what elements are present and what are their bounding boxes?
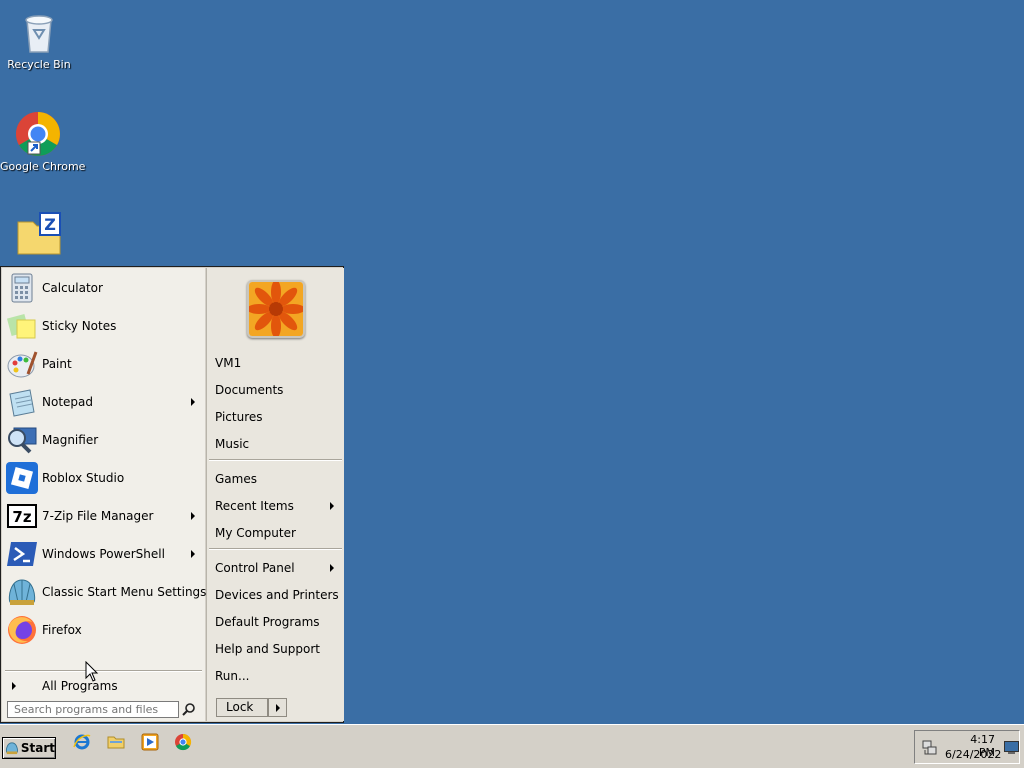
chrome-icon <box>16 112 60 156</box>
svg-text:Z: Z <box>44 215 56 234</box>
desktop-icon-label: Recycle Bin <box>7 58 71 71</box>
shutdown-options-button[interactable] <box>268 698 287 717</box>
internet-explorer-icon[interactable] <box>73 733 91 751</box>
program-label: Calculator <box>42 281 103 295</box>
place-label: Help and Support <box>215 642 320 656</box>
submenu-arrow-icon <box>191 512 195 520</box>
place-default-programs[interactable]: Default Programs <box>215 612 340 632</box>
place-label: Games <box>215 472 257 486</box>
program-label: Notepad <box>42 395 93 409</box>
clock-date[interactable]: 6/24/2022 <box>945 748 1001 761</box>
7zip-folder-icon: Z <box>17 212 61 255</box>
program-label: Roblox Studio <box>42 471 125 485</box>
network-icon[interactable] <box>922 740 938 756</box>
program-paint[interactable]: Paint <box>2 346 205 382</box>
place-run[interactable]: Run... <box>215 666 340 686</box>
all-programs-button[interactable]: All Programs <box>2 676 205 696</box>
powershell-icon <box>7 542 37 566</box>
mouse-cursor-icon <box>85 661 99 682</box>
place-label: Devices and Printers <box>215 588 339 602</box>
program-classic-start-menu-settings[interactable]: Classic Start Menu Settings <box>2 574 207 610</box>
program-label: Classic Start Menu Settings <box>42 585 207 599</box>
submenu-arrow-icon <box>330 564 334 572</box>
desktop-icon-google-chrome[interactable]: Google Chrome <box>0 110 86 173</box>
explorer-folder-icon[interactable] <box>107 733 125 751</box>
program-label: Paint <box>42 357 72 371</box>
place-label: Recent Items <box>215 499 294 513</box>
start-menu-programs-pane: Calculator Sticky Notes Paint Notepad Ma… <box>2 268 207 721</box>
media-player-icon[interactable] <box>141 733 159 751</box>
separator <box>209 459 342 461</box>
paint-icon <box>7 351 38 378</box>
firefox-icon <box>8 616 36 644</box>
place-help-and-support[interactable]: Help and Support <box>215 639 340 659</box>
search-input[interactable] <box>7 701 179 718</box>
start-menu-places-pane: VM1 Documents Pictures Music Games Recen… <box>206 268 344 721</box>
place-label: My Computer <box>215 526 296 540</box>
show-desktop-icon[interactable] <box>1004 741 1019 755</box>
place-label: Documents <box>215 383 284 397</box>
place-label: Music <box>215 437 250 451</box>
classic-shell-start-icon <box>6 742 18 755</box>
classic-shell-icon <box>8 579 36 605</box>
separator <box>209 548 342 550</box>
program-label: Magnifier <box>42 433 99 447</box>
taskbar: Start 4:17 PM 6/24/2022 <box>0 724 1024 768</box>
sticky-notes-icon <box>6 313 36 339</box>
roblox-studio-icon <box>6 462 38 494</box>
calculator-icon <box>11 273 33 303</box>
search-icon[interactable] <box>182 702 196 716</box>
program-calculator[interactable]: Calculator <box>2 270 205 306</box>
desktop-icon-label: Google Chrome <box>0 160 86 173</box>
notification-area: 4:17 PM 6/24/2022 <box>914 730 1020 764</box>
magnifier-icon <box>8 427 37 454</box>
program-label: Firefox <box>42 623 82 637</box>
place-control-panel[interactable]: Control Panel <box>215 558 340 578</box>
program-label: Windows PowerShell <box>42 547 165 561</box>
program-firefox[interactable]: Firefox <box>2 612 205 648</box>
program-7zip-file-manager[interactable]: 7z 7-Zip File Manager <box>2 498 205 534</box>
start-button[interactable]: Start <box>2 737 56 759</box>
user-picture[interactable] <box>247 280 305 338</box>
place-label: Pictures <box>215 410 263 424</box>
place-vm1[interactable]: VM1 <box>215 353 340 373</box>
submenu-arrow-icon <box>191 398 195 406</box>
program-label: Sticky Notes <box>42 319 117 333</box>
submenu-arrow-icon <box>276 703 280 712</box>
flower-avatar-icon <box>249 282 303 336</box>
desktop-icon-recycle-bin[interactable]: Recycle Bin <box>1 8 77 71</box>
place-label: Default Programs <box>215 615 320 629</box>
desktop-icon-7zip-folder[interactable]: Z <box>1 210 77 258</box>
chrome-icon[interactable] <box>174 733 192 751</box>
place-games[interactable]: Games <box>215 469 340 489</box>
place-label: VM1 <box>215 356 242 370</box>
program-roblox-studio[interactable]: Roblox Studio <box>2 460 205 496</box>
recycle-bin-icon <box>25 15 53 53</box>
expand-arrow-icon <box>12 682 16 690</box>
notepad-icon <box>9 389 35 417</box>
lock-button[interactable]: Lock <box>216 698 268 717</box>
all-programs-label: All Programs <box>42 679 118 693</box>
place-label: Run... <box>215 669 250 683</box>
submenu-arrow-icon <box>191 550 195 558</box>
place-pictures[interactable]: Pictures <box>215 407 340 427</box>
start-menu: Calculator Sticky Notes Paint Notepad Ma… <box>0 266 344 723</box>
program-magnifier[interactable]: Magnifier <box>2 422 205 458</box>
program-label: 7-Zip File Manager <box>42 509 154 523</box>
place-devices-and-printers[interactable]: Devices and Printers <box>215 585 340 605</box>
7zip-icon: 7z <box>7 504 37 528</box>
place-recent-items[interactable]: Recent Items <box>215 496 340 516</box>
svg-text:7z: 7z <box>12 508 31 526</box>
separator <box>5 670 202 672</box>
place-documents[interactable]: Documents <box>215 380 340 400</box>
program-notepad[interactable]: Notepad <box>2 384 205 420</box>
submenu-arrow-icon <box>330 502 334 510</box>
start-label: Start <box>20 741 55 755</box>
program-sticky-notes[interactable]: Sticky Notes <box>2 308 205 344</box>
place-music[interactable]: Music <box>215 434 340 454</box>
place-label: Control Panel <box>215 561 295 575</box>
place-my-computer[interactable]: My Computer <box>215 523 340 543</box>
program-windows-powershell[interactable]: Windows PowerShell <box>2 536 205 572</box>
